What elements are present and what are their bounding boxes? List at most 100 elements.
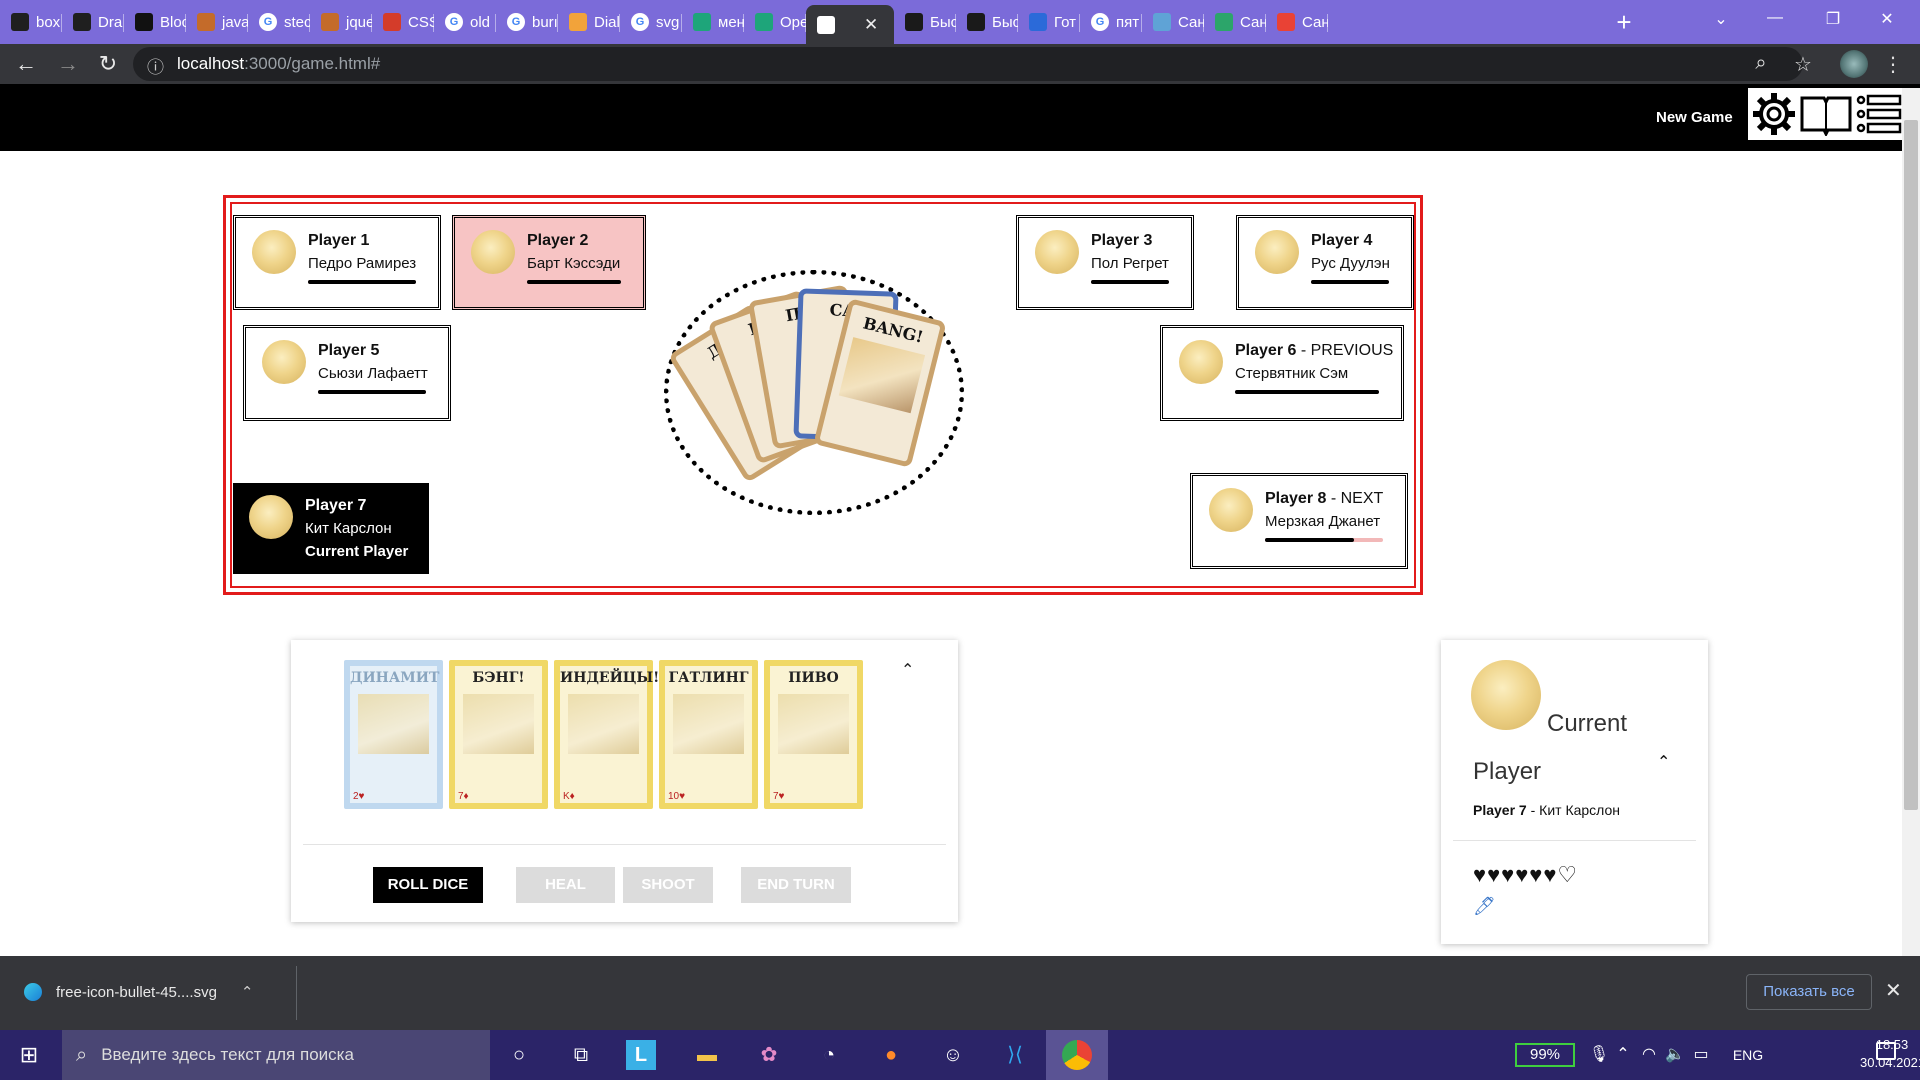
settings-gear-icon[interactable] [1750, 90, 1798, 138]
app-navbar: New Game [0, 84, 1920, 151]
battery-indicator[interactable]: 99% [1515, 1043, 1575, 1067]
pencil-icon [197, 13, 215, 31]
player-seat[interactable]: Player 3 Пол Регрет [1016, 215, 1194, 310]
new-game-button[interactable]: New Game [1656, 109, 1733, 126]
hand-card[interactable]: БЭНГ! 7♦ [449, 660, 548, 809]
browser-tab[interactable]: Сан [1266, 5, 1328, 39]
hand-card[interactable]: ГАТЛИНГ 10♥ [659, 660, 758, 809]
player-seat[interactable]: Player 8 - NEXT Мерзкая Джанет [1190, 473, 1408, 569]
chrome-taskbar-item[interactable] [1046, 1030, 1108, 1080]
hand-card-rank: 10♥ [668, 791, 686, 802]
reload-icon[interactable]: ↻ [94, 50, 122, 78]
back-icon[interactable]: ← [12, 50, 40, 78]
browser-tab[interactable]: Быс [956, 5, 1018, 39]
new-tab-button[interactable]: + [1612, 7, 1636, 38]
browser-tab[interactable]: мен [682, 5, 744, 39]
hand-card[interactable]: ДИНАМИТ 2♥ [344, 660, 443, 809]
firefox-icon[interactable]: ● [874, 1038, 908, 1072]
browser-tab[interactable]: Гот [1018, 5, 1080, 39]
forward-icon[interactable]: → [54, 50, 82, 78]
browser-tab-label: burı [532, 13, 558, 31]
hand-card-rank: 7♦ [458, 791, 469, 802]
screenshot-tool-icon[interactable]: ◔ [812, 1038, 846, 1072]
player-seat[interactable]: Player 6 - PREVIOUS Стервятник Сэм [1160, 325, 1404, 421]
player-seat[interactable]: Player 4 Рус Дуулэн [1236, 215, 1414, 310]
player-seat[interactable]: Player 7 Кит Карслон Current Player [233, 483, 429, 574]
browser-tab[interactable]: CSS [372, 5, 434, 39]
google-icon: G [1091, 13, 1109, 31]
navbar-icon-group [1748, 88, 1904, 140]
browser-tab-label: Сан [1302, 13, 1328, 31]
profile-avatar[interactable] [1840, 50, 1868, 78]
close-downloads-icon[interactable]: ✕ [1885, 978, 1902, 1003]
info-icon[interactable]: ⓘ [147, 53, 164, 78]
close-tab-icon[interactable]: ✕ [864, 15, 878, 35]
paint-icon[interactable]: ✿ [752, 1038, 786, 1072]
restore-icon[interactable]: ❐ [1818, 9, 1848, 29]
browser-tab[interactable]: box [0, 5, 62, 39]
flag-icon [1029, 13, 1047, 31]
shoot-button[interactable]: SHOOT [623, 867, 713, 903]
tab-search-icon[interactable]: ⌄ [1706, 9, 1736, 29]
collapse-hand-chevron-icon[interactable]: ⌃ [901, 660, 914, 680]
task-view-icon[interactable]: ⧉ [564, 1038, 598, 1072]
browser-tab[interactable]: java [186, 5, 248, 39]
card-illustration [568, 694, 639, 754]
browser-tab-label: stec [284, 13, 310, 31]
browser-tab[interactable]: Быс [894, 5, 956, 39]
divider [296, 966, 297, 1020]
browser-tab[interactable]: Сан [1142, 5, 1204, 39]
browser-tab[interactable]: Bloc [124, 5, 186, 39]
pencil-icon [321, 13, 339, 31]
heal-button[interactable]: HEAL [516, 867, 615, 903]
browser-tab[interactable]: Gsvg [620, 5, 682, 39]
notifications-icon[interactable] [1876, 1042, 1896, 1060]
browser-tab[interactable]: ✕ [806, 5, 894, 44]
player-name: Player 7 [305, 497, 366, 515]
player-seat[interactable]: Player 5 Сьюзи Лафаетт [243, 325, 451, 421]
rules-book-icon[interactable] [1800, 92, 1852, 136]
minimize-icon[interactable]: — [1760, 9, 1790, 27]
language-indicator[interactable]: ENG [1728, 1038, 1768, 1072]
windows-start-icon[interactable]: ⊞ [12, 1038, 46, 1072]
download-menu-chevron-icon[interactable]: ⌃ [241, 983, 254, 1001]
current-player-panel: Current Player ⌃ Player 7 - Кит Карслон … [1441, 640, 1708, 944]
browser-tab[interactable]: Dra [62, 5, 124, 39]
card-illustration [463, 694, 534, 754]
player-seat[interactable]: Player 2 Барт Кэссэди [452, 215, 646, 310]
end-turn-button[interactable]: END TURN [741, 867, 851, 903]
close-window-icon[interactable]: ✕ [1872, 9, 1902, 29]
browser-tab[interactable]: Gstec [248, 5, 310, 39]
panel-title-line2: Player [1473, 758, 1542, 785]
list-menu-icon[interactable] [1856, 94, 1902, 134]
file-explorer-icon[interactable]: ▬ [690, 1038, 724, 1072]
browser-tab[interactable]: Gburı [496, 5, 558, 39]
hand-card[interactable]: ПИВО 7♥ [764, 660, 863, 809]
taskbar-search[interactable]: ⌕ Введите здесь текст для поиска [62, 1030, 490, 1080]
hand-card-title: ГАТЛИНГ [668, 670, 749, 686]
vscode-icon[interactable]: ⟩⟨ [998, 1038, 1032, 1072]
menu-kebab-icon[interactable]: ⋮ [1880, 52, 1906, 77]
current-player-avatar [1471, 660, 1541, 730]
collapse-panel-chevron-icon[interactable]: ⌃ [1657, 752, 1670, 772]
emoji-app-icon[interactable]: ☺ [936, 1038, 970, 1072]
card-illustration [838, 337, 926, 414]
roll-dice-button[interactable]: ROLL DICE [373, 867, 483, 903]
page-scrollbar-thumb[interactable] [1904, 120, 1918, 810]
browser-tab[interactable]: Dial [558, 5, 620, 39]
lingvo-icon[interactable]: L [626, 1040, 656, 1070]
show-all-downloads-button[interactable]: Показать все [1746, 974, 1872, 1010]
browser-tab[interactable]: Gпят [1080, 5, 1142, 39]
bookmark-star-icon[interactable]: ☆ [1790, 52, 1816, 77]
browser-tab[interactable]: Сан [1204, 5, 1266, 39]
keyboard-icon[interactable]: ▭ [1684, 1038, 1718, 1072]
player-seat[interactable]: Player 1 Педро Рамирез [233, 215, 441, 310]
cortana-icon[interactable]: ○ [502, 1038, 536, 1072]
hand-card[interactable]: ИНДЕЙЦЫ! K♦ [554, 660, 659, 809]
address-bar[interactable]: ⓘ localhost:3000/game.html# [133, 47, 1803, 81]
zoom-icon[interactable]: ⌕ [1748, 52, 1774, 75]
browser-tab[interactable]: Ope [744, 5, 806, 39]
browser-tab[interactable]: jque [310, 5, 372, 39]
download-item[interactable]: free-icon-bullet-45....svg ⌃ [24, 983, 253, 1001]
browser-tab[interactable]: Gold [434, 5, 496, 39]
